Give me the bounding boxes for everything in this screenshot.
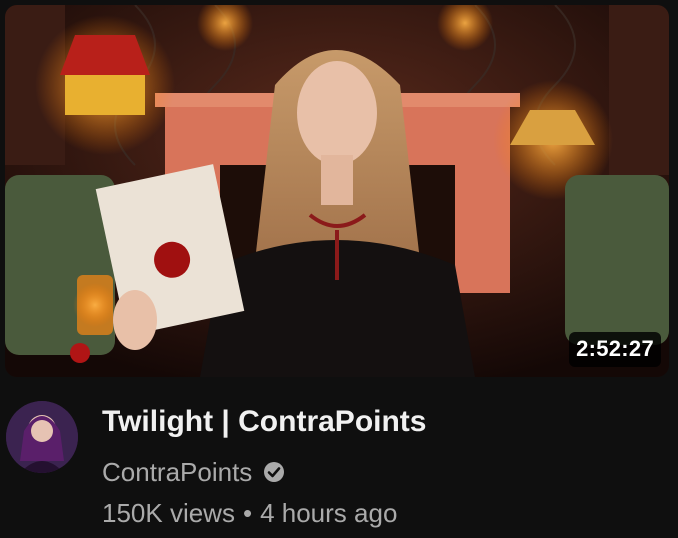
channel-avatar[interactable] (6, 401, 78, 473)
avatar-image (6, 401, 78, 473)
video-thumbnail[interactable]: 2:52:27 (5, 5, 669, 377)
video-card[interactable]: 2:52:27 Twilight | ContraPoints ContraPo… (0, 0, 678, 538)
thumbnail-image (5, 5, 669, 377)
duration-badge: 2:52:27 (569, 332, 661, 367)
upload-age: 4 hours ago (260, 497, 398, 528)
channel-name[interactable]: ContraPoints (102, 457, 252, 488)
video-title[interactable]: Twilight | ContraPoints (102, 402, 426, 442)
view-count: 150K views (102, 497, 235, 528)
separator-dot: • (242, 497, 253, 528)
video-stats: 150K views • 4 hours ago (102, 494, 397, 532)
channel-row: ContraPoints (102, 454, 286, 490)
verified-check-icon (262, 460, 286, 484)
